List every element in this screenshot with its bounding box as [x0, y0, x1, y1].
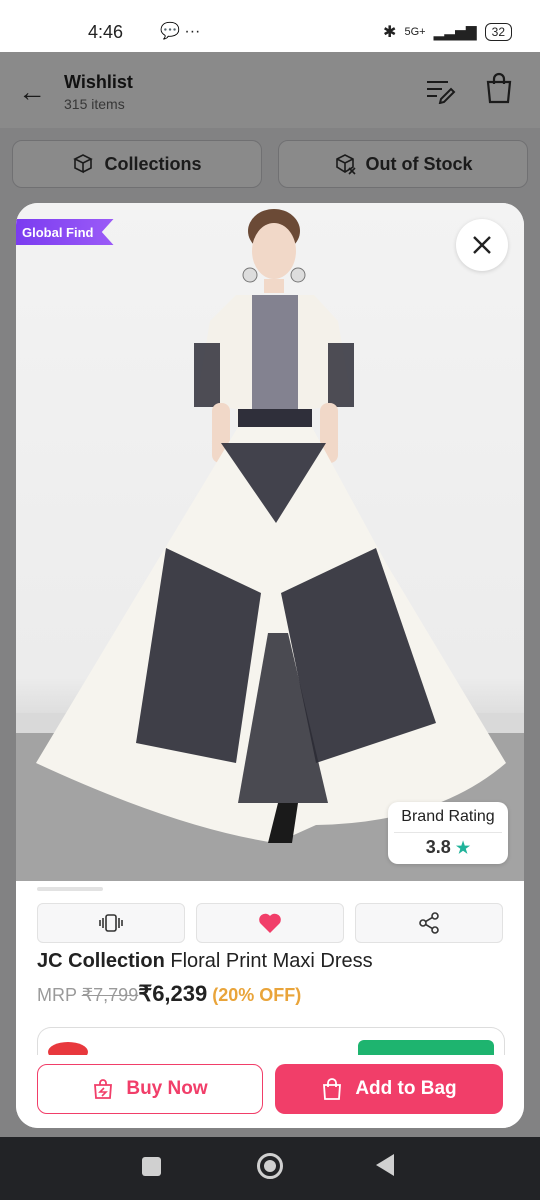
offer-strip[interactable]: [37, 1027, 505, 1058]
buy-now-icon: [94, 1079, 113, 1099]
sheet-handle: [37, 887, 103, 891]
home-button[interactable]: [257, 1153, 283, 1179]
brand-rating-label: Brand Rating: [401, 808, 495, 825]
close-icon: [473, 236, 491, 254]
similar-button[interactable]: [37, 903, 185, 943]
brand-name: JC Collection: [37, 950, 165, 972]
current-price: ₹6,239: [138, 981, 208, 1006]
add-to-bag-button[interactable]: Add to Bag: [275, 1064, 503, 1114]
star-icon: ★: [455, 840, 471, 857]
price-row: MRP ₹7,799₹6,239 (20% OFF): [37, 981, 301, 1007]
signal-icon: ▂▃▅▇: [433, 23, 477, 40]
product-name: Floral Print Maxi Dress: [170, 950, 373, 972]
close-button[interactable]: [456, 219, 508, 271]
wishlist-heart-button[interactable]: [196, 903, 344, 943]
product-image[interactable]: [16, 203, 524, 881]
product-title: JC Collection Floral Print Maxi Dress: [37, 950, 373, 973]
recent-apps-button[interactable]: [142, 1157, 161, 1176]
status-time: 4:46: [88, 22, 124, 42]
share-button[interactable]: [355, 903, 503, 943]
system-back-button[interactable]: [376, 1154, 394, 1176]
brand-rating: Brand Rating 3.8 ★: [388, 802, 508, 864]
dress-illustration: [16, 209, 524, 881]
brand-rating-value-box: 3.8 ★: [394, 832, 502, 858]
discount-label: (20% OFF): [212, 985, 302, 1005]
share-icon: [419, 912, 439, 934]
mrp-label: MRP: [37, 985, 77, 1005]
mrp-price: ₹7,799: [81, 985, 139, 1005]
bag-icon: [323, 1078, 342, 1100]
product-quickview-card: Global Find Brand Rating 3.8 ★ JC Collec…: [16, 203, 524, 1128]
add-to-bag-label: Add to Bag: [355, 1078, 457, 1099]
status-bar: 4:46 💬 ··· ✱ 5G+ ▂▃▅▇ 32: [0, 0, 540, 52]
global-find-badge: Global Find: [16, 219, 114, 245]
notification-icons: 💬 ···: [160, 23, 201, 40]
heart-icon: [259, 913, 281, 933]
buy-now-button[interactable]: Buy Now: [37, 1064, 263, 1114]
buy-now-label: Buy Now: [126, 1078, 208, 1099]
bluetooth-icon: ✱: [383, 24, 397, 41]
similar-icon: [99, 914, 123, 932]
brand-rating-value: 3.8: [425, 837, 451, 857]
status-right: ✱ 5G+ ▂▃▅▇ 32: [383, 22, 512, 42]
network-label: 5G+: [404, 26, 426, 38]
battery-indicator: 32: [484, 23, 512, 41]
